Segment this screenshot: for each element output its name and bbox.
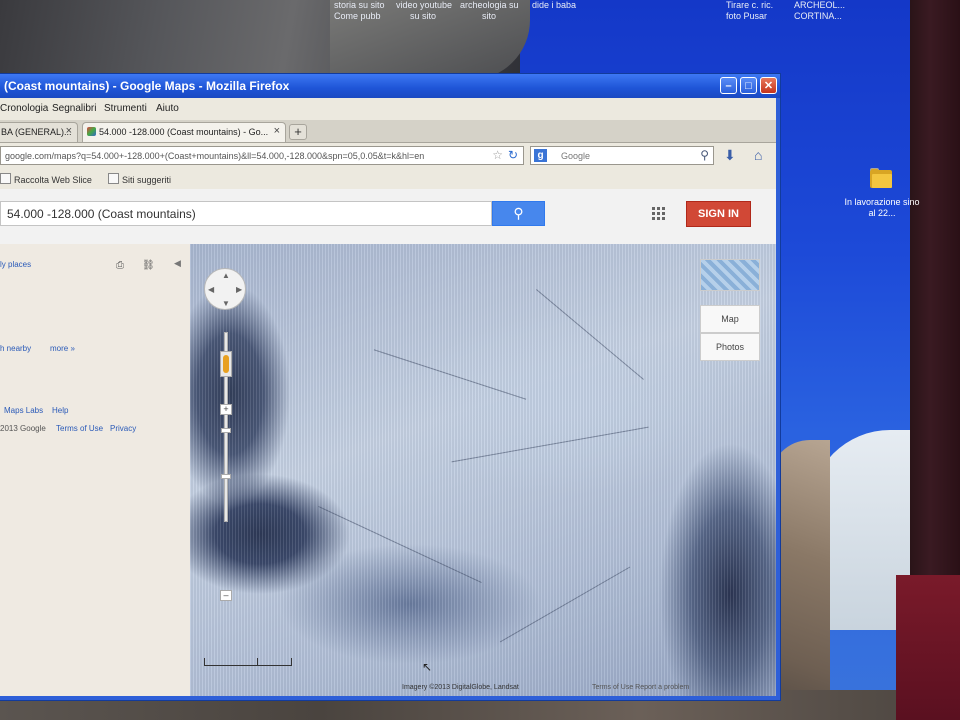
folder-label[interactable]: In lavorazione sino al 22... [840,197,924,219]
desktop-icon-label[interactable]: dide i baba [532,0,576,10]
firefox-window: (Coast mountains) - Google Maps - Mozill… [0,74,780,700]
close-button[interactable]: ✕ [760,77,777,94]
desktop-icon-label[interactable]: archeologia su [460,0,519,10]
tab-close-icon[interactable]: × [274,125,280,137]
tab-close-icon[interactable]: × [66,125,72,137]
terms-link[interactable]: Terms of Use [56,424,103,433]
maps-header: 54.000 -128.000 (Coast mountains) ⚲ SIGN… [0,189,776,245]
window-title: (Coast mountains) - Google Maps - Mozill… [4,79,290,93]
folder-icon[interactable] [870,168,892,188]
mouse-cursor-icon: ↖ [422,660,433,674]
pan-up-icon[interactable]: ▲ [222,271,230,280]
monitor-bezel-red [896,575,960,720]
privacy-link[interactable]: Privacy [110,424,136,433]
menu-bar: Cronologia Segnalibri Strumenti Aiuto [0,98,776,120]
tab-label: 54.000 -128.000 (Coast mountains) - Go..… [99,127,269,137]
bookmark-label: Raccolta Web Slice [14,175,92,185]
my-places-link[interactable]: ly places [0,260,31,269]
map-type-thumbnail[interactable] [700,259,760,291]
copyright-text: 2013 Google [0,424,46,433]
bookmark-web-slice[interactable]: Raccolta Web Slice [0,173,92,185]
pan-left-icon[interactable]: ◀ [208,285,214,294]
maps-labs-link[interactable]: Maps Labs [4,406,43,415]
map-type-photos-button[interactable]: Photos [700,333,760,361]
left-panel: ly places ⎙ ⛓ ◀ h nearby more » Maps Lab… [0,244,190,696]
map-type-control: Map Photos [700,259,760,361]
map-footer-links[interactable]: Terms of Use Report a problem [592,684,689,691]
menu-help[interactable]: Aiuto [156,103,179,114]
desktop-icon-label[interactable]: sito [482,11,496,21]
maps-search-query: 54.000 -128.000 (Coast mountains) [7,207,196,221]
search-placeholder: Google [561,151,591,161]
reload-icon[interactable]: ↻ [508,148,518,162]
help-link[interactable]: Help [52,406,68,415]
tab-google-maps[interactable]: 54.000 -128.000 (Coast mountains) - Go..… [82,122,286,142]
tab-label: BA (GENERAL)... [1,127,72,137]
scale-bar [204,658,292,666]
search-icon: ⚲ [513,205,524,221]
navigation-bar: google.com/maps?q=54.000+-128.000+(Coast… [0,143,776,169]
desktop-icon-label[interactable]: Come pubb [334,11,381,21]
satellite-map[interactable]: ▲ ▼ ◀ ▶ + – Map Photos ↖ Imagery ©2013 D… [190,244,776,696]
search-bar[interactable]: g Google ⚲ [530,146,714,165]
google-maps-favicon-icon [87,127,96,136]
bookmarks-toolbar: Raccolta Web Slice Siti suggeriti [0,169,776,190]
pan-right-icon[interactable]: ▶ [236,285,242,294]
zoom-slider-handle[interactable] [221,428,231,433]
zoom-in-button[interactable]: + [220,404,232,415]
link-icon[interactable]: ⛓ [142,260,155,271]
search-nearby-link[interactable]: h nearby [0,344,31,353]
street-view-pegman-icon[interactable] [220,351,232,377]
pan-control[interactable]: ▲ ▼ ◀ ▶ [204,268,246,310]
desktop-icon-label[interactable]: Tirare c. ric. [726,0,773,10]
zoom-out-button[interactable]: – [220,590,232,601]
desktop-icon-label[interactable]: CORTINA... [794,11,842,21]
url-bar[interactable]: google.com/maps?q=54.000+-128.000+(Coast… [0,146,524,165]
desktop-icon-label[interactable]: ARCHEOL... [794,0,845,10]
sign-in-button[interactable]: SIGN IN [686,201,751,227]
collapse-panel-icon[interactable]: ◀ [174,258,181,269]
maximize-button[interactable]: □ [740,77,757,94]
more-link[interactable]: more » [50,344,75,353]
maps-search-button[interactable]: ⚲ [492,201,545,226]
zoom-slider-notch [221,474,231,479]
menu-history[interactable]: Cronologia [0,103,48,114]
suggested-sites-icon [108,173,119,184]
google-search-engine-icon[interactable]: g [534,149,547,162]
minimize-button[interactable]: – [720,77,737,94]
maps-search-input[interactable]: 54.000 -128.000 (Coast mountains) [0,201,492,226]
bookmark-suggested-sites[interactable]: Siti suggeriti [108,173,171,185]
bookmark-star-icon[interactable]: ☆ [492,148,503,162]
desktop-icon-label[interactable]: su sito [410,11,436,21]
browser-chrome: Cronologia Segnalibri Strumenti Aiuto BA… [0,98,776,245]
desktop-icon-label[interactable]: video youtube [396,0,452,10]
desktop-icon-label[interactable]: storia su sito [334,0,385,10]
imagery-attribution: Imagery ©2013 DigitalGlobe, Landsat [402,684,519,691]
search-icon[interactable]: ⚲ [700,148,709,162]
map-type-map-button[interactable]: Map [700,305,760,333]
desktop-icon-label[interactable]: foto Pusar [726,11,767,21]
tab-general[interactable]: BA (GENERAL)... × [0,122,78,142]
home-icon[interactable]: ⌂ [754,147,762,163]
menu-tools[interactable]: Strumenti [104,103,147,114]
url-text: google.com/maps?q=54.000+-128.000+(Coast… [5,151,425,161]
web-slice-icon [0,173,11,184]
print-icon[interactable]: ⎙ [116,260,124,271]
apps-grid-icon[interactable] [652,207,666,221]
pan-down-icon[interactable]: ▼ [222,299,230,308]
new-tab-button[interactable]: + [289,124,307,140]
menu-bookmarks[interactable]: Segnalibri [52,103,96,114]
bookmark-label: Siti suggeriti [122,175,172,185]
download-icon[interactable]: ⬇ [724,147,736,164]
tab-bar: BA (GENERAL)... × 54.000 -128.000 (Coast… [0,120,776,143]
screen-moire-overlay [190,244,776,696]
title-bar[interactable]: (Coast mountains) - Google Maps - Mozill… [0,74,780,98]
